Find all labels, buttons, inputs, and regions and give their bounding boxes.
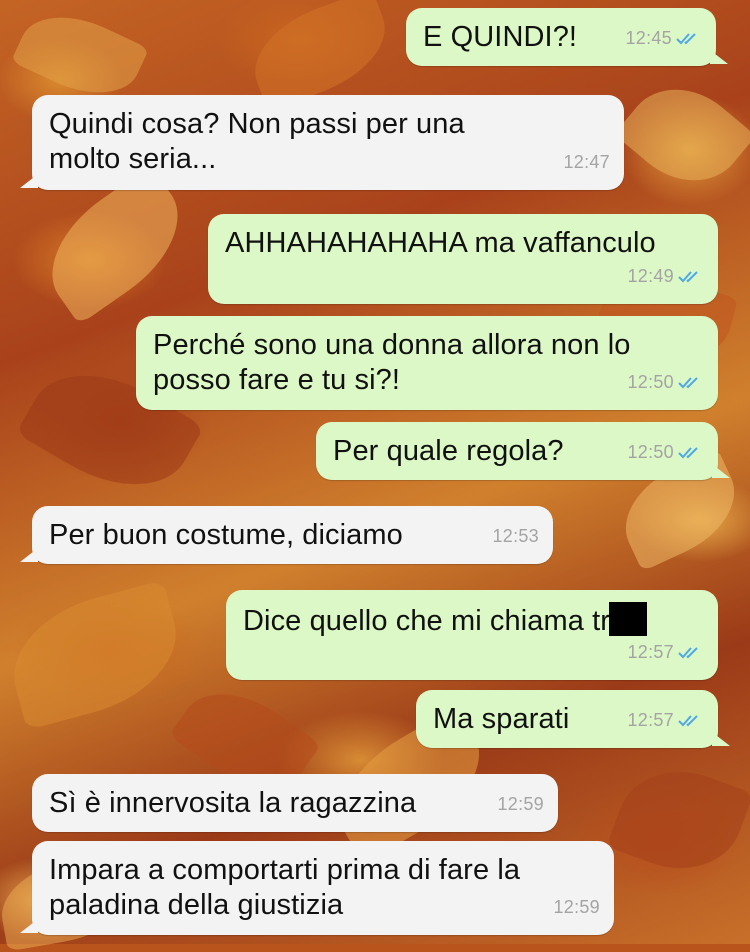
message-bubble-incoming[interactable]: Sì è innervosita la ragazzina 12:59 — [32, 774, 558, 832]
message-bubble-incoming[interactable]: Quindi cosa? Non passi per una molto ser… — [20, 95, 624, 190]
double-check-icon — [678, 376, 704, 390]
wallpaper-leaf — [613, 65, 750, 205]
bubble-tail — [20, 919, 38, 933]
message-timestamp: 12:57 — [627, 642, 674, 662]
message-timestamp: 12:45 — [625, 28, 672, 48]
double-check-icon — [676, 32, 702, 46]
message-text: AHHAHAHAHAHA ma vaffanculo — [225, 227, 656, 259]
double-check-icon — [678, 270, 704, 284]
message-bubble-outgoing[interactable]: Dice quello che mi chiama tr 12:57 — [226, 590, 718, 680]
message-timestamp: 12:59 — [497, 794, 544, 814]
message-bubble-outgoing[interactable]: Perché sono una donna allora non lo poss… — [136, 316, 718, 410]
message-text: Impara a comportarti prima di fare la pa… — [49, 854, 521, 921]
bubble-tail — [712, 464, 730, 478]
message-text: Ma sparati — [433, 703, 570, 735]
double-check-icon — [678, 646, 704, 660]
bubble-tail — [20, 548, 38, 562]
bubble-tail — [710, 50, 728, 64]
message-timestamp: 12:53 — [492, 526, 539, 546]
message-text: Quindi cosa? Non passi per una molto ser… — [49, 108, 465, 175]
message-text: Per buon costume, diciamo — [49, 519, 403, 551]
message-timestamp: 12:57 — [627, 710, 674, 730]
message-timestamp: 12:50 — [627, 372, 674, 392]
message-text: Dice quello che mi chiama tr — [243, 602, 648, 639]
message-timestamp: 12:49 — [627, 266, 674, 286]
message-bubble-incoming[interactable]: Per buon costume, diciamo 12:53 — [20, 506, 553, 564]
message-timestamp: 12:59 — [553, 897, 600, 917]
message-text: Perché sono una donna allora non lo poss… — [153, 329, 631, 396]
message-timestamp: 12:50 — [627, 442, 674, 462]
message-text: Per quale regola? — [333, 435, 564, 467]
message-timestamp: 12:47 — [563, 152, 610, 172]
bubble-tail — [712, 732, 730, 746]
message-bubble-outgoing[interactable]: Per quale regola? 12:50 — [316, 422, 730, 480]
message-text: E QUINDI?! — [423, 21, 578, 53]
double-check-icon — [678, 714, 704, 728]
message-text: Sì è innervosita la ragazzina — [49, 787, 417, 819]
double-check-icon — [678, 446, 704, 460]
message-bubble-outgoing[interactable]: Ma sparati 12:57 — [416, 690, 730, 748]
message-text-visible: Dice quello che mi chiama tr — [243, 605, 611, 637]
bubble-tail — [20, 174, 38, 188]
wallpaper-leaf — [606, 752, 750, 888]
message-bubble-outgoing[interactable]: AHHAHAHAHAHA ma vaffanculo 12:49 — [208, 214, 718, 304]
message-bubble-incoming[interactable]: Impara a comportarti prima di fare la pa… — [20, 841, 614, 935]
wallpaper-leaf — [0, 579, 192, 731]
black-redaction-box — [609, 602, 648, 636]
message-bubble-outgoing[interactable]: E QUINDI?! 12:45 — [406, 8, 728, 66]
